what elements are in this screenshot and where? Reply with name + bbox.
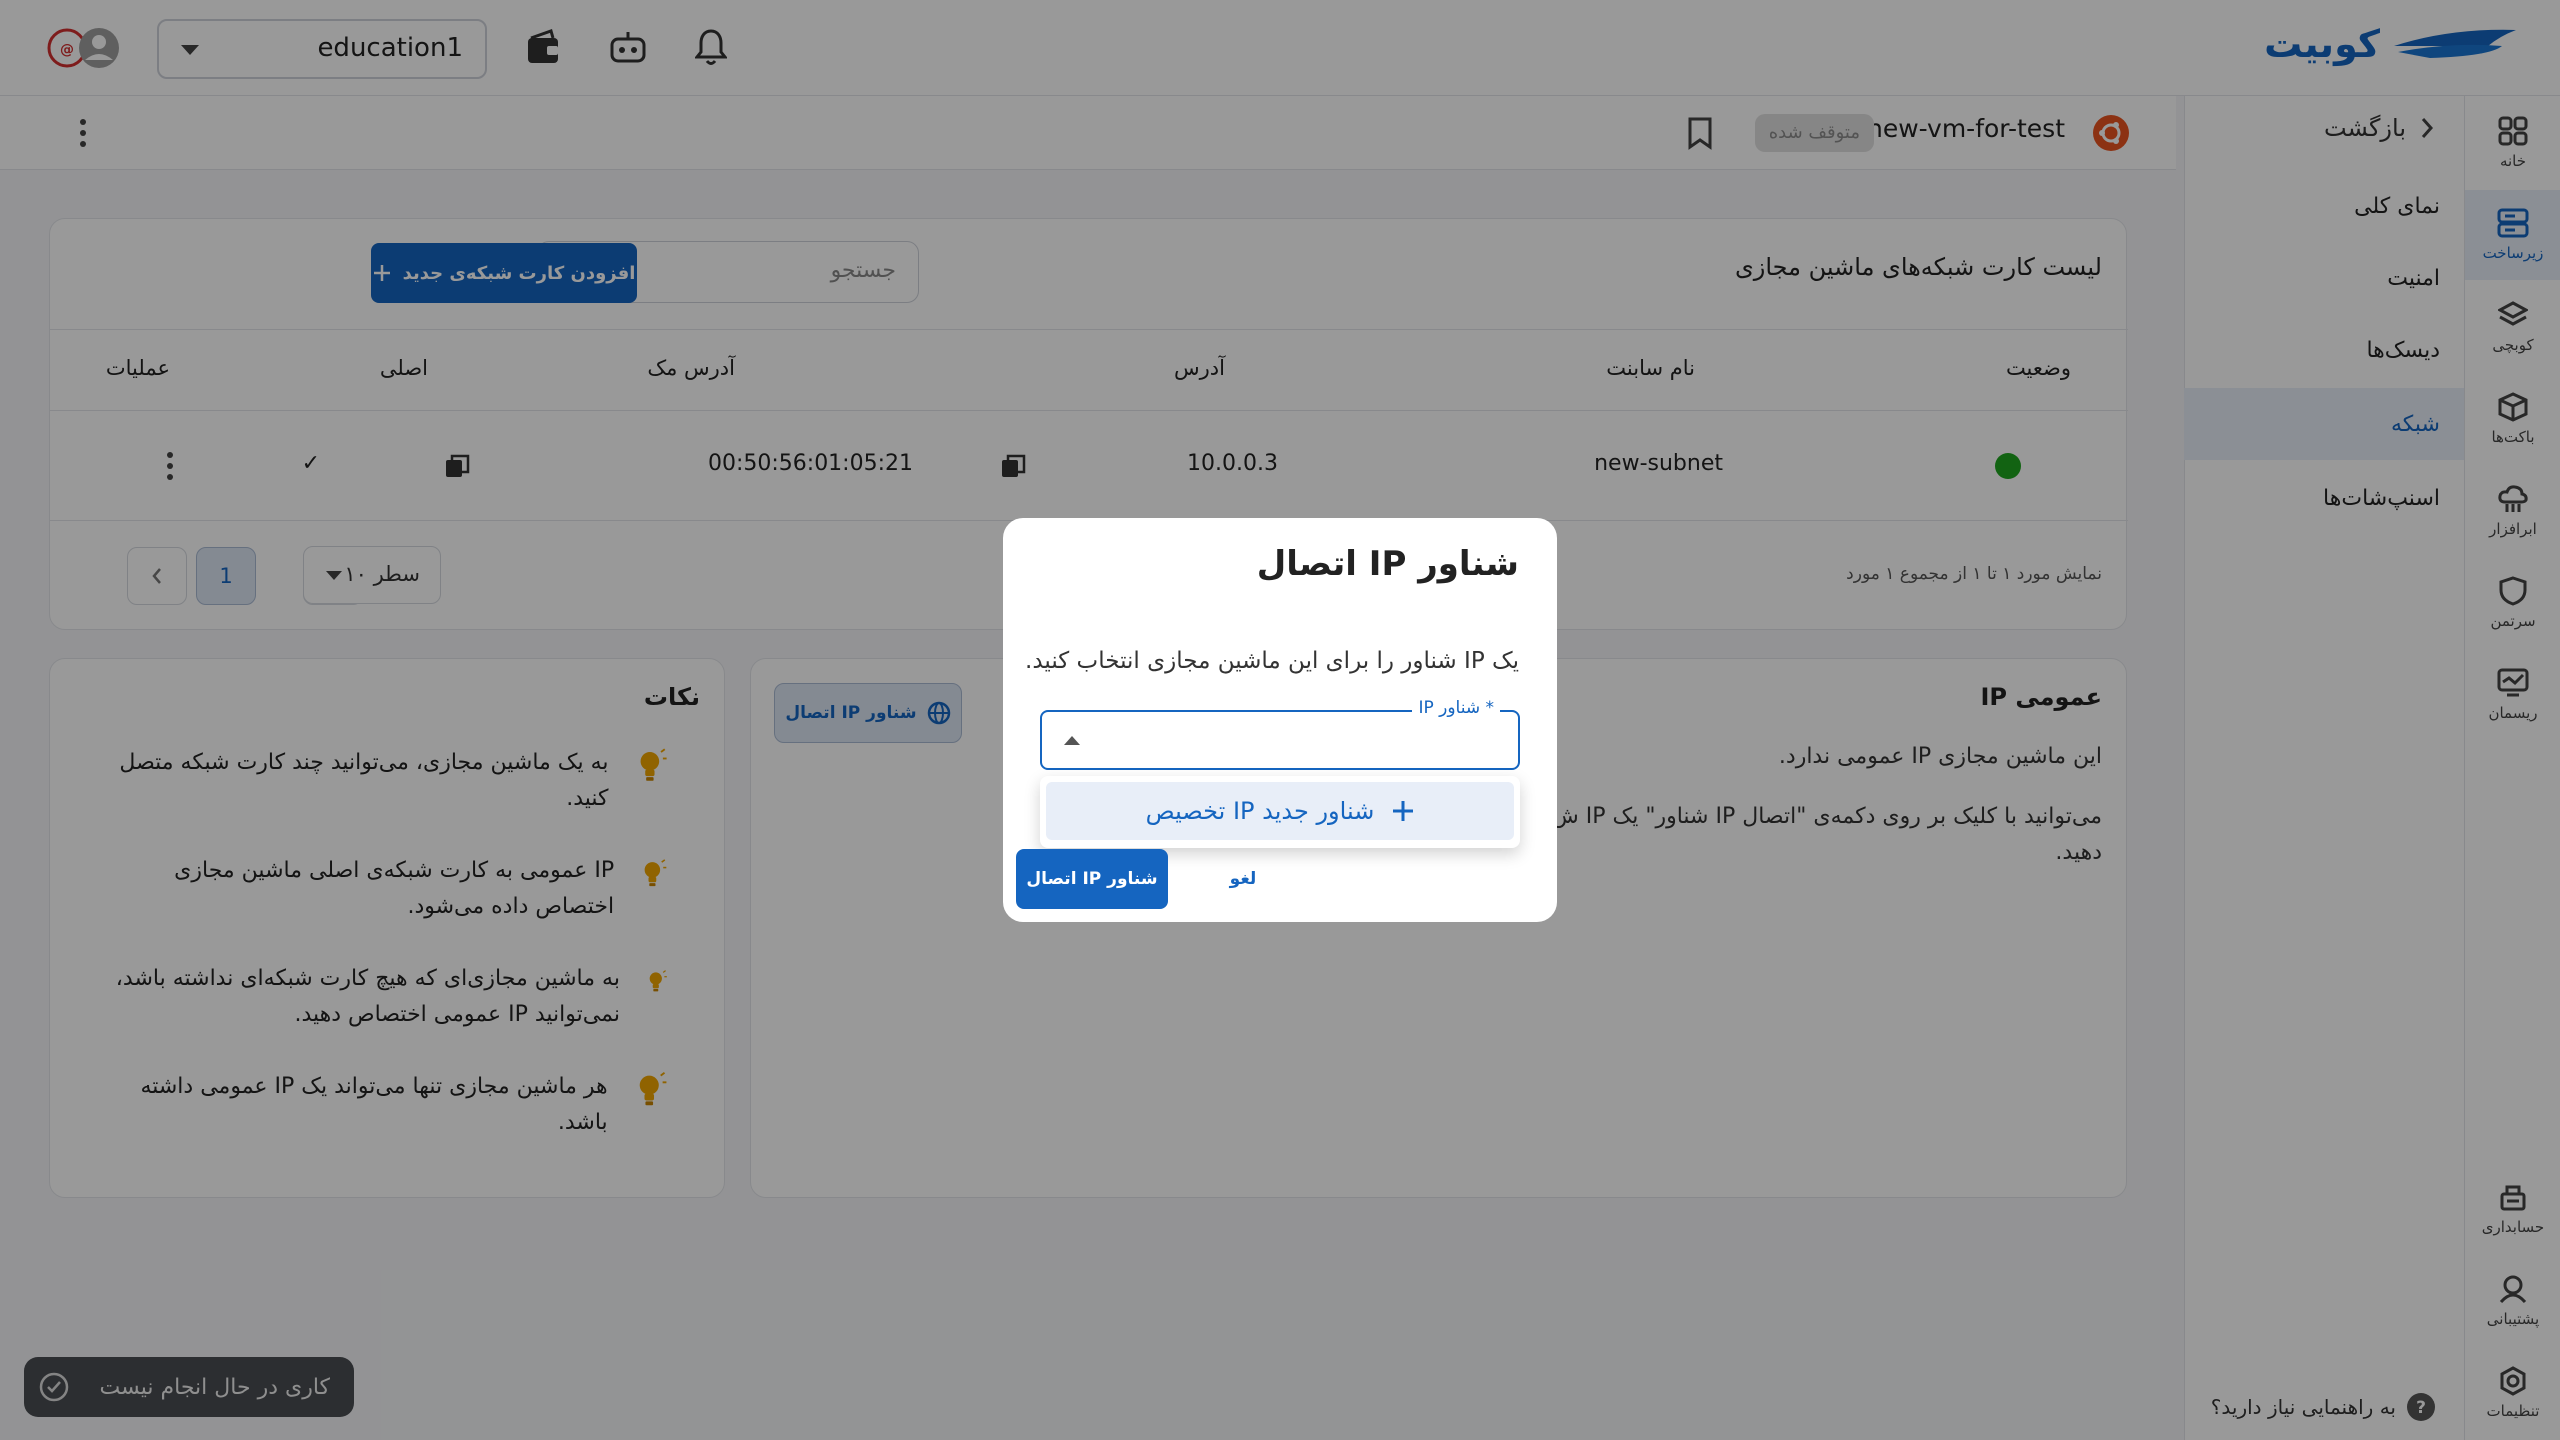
confirm-attach-button[interactable]: اتصال IP شناور [1016,849,1168,909]
attach-floating-ip-dialog: اتصال IP شناور یک IP شناور را برای این م… [1003,518,1557,922]
dialog-title: اتصال IP شناور [1256,544,1519,584]
field-label: IP شناور * [1412,698,1500,718]
option-label: تخصیص IP شناور جدید [1145,797,1375,825]
cancel-button[interactable]: لغو [1203,849,1283,909]
dialog-description: یک IP شناور را برای این ماشین مجازی انتخ… [1025,648,1519,674]
allocate-new-ip-option[interactable]: تخصیص IP شناور جدید [1046,782,1514,840]
floating-ip-select[interactable]: IP شناور * [1040,698,1520,770]
floating-ip-dropdown: تخصیص IP شناور جدید [1040,776,1520,848]
chevron-up-icon [1064,736,1080,745]
plus-icon [1393,801,1414,821]
